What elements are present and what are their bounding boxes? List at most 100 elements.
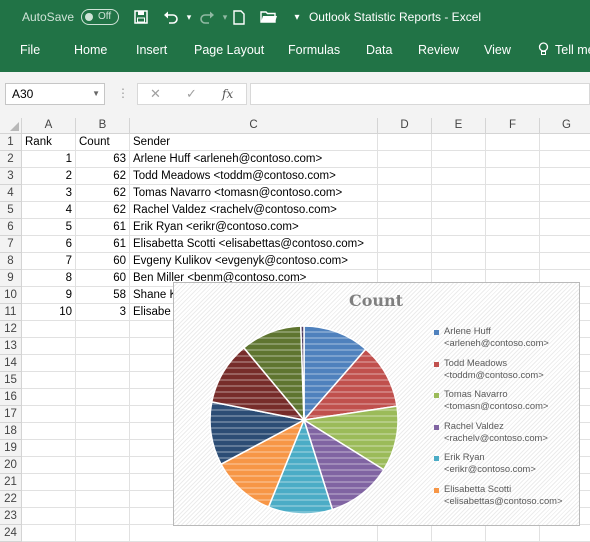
grid-cell[interactable]: Sender: [130, 134, 378, 151]
open-folder-icon[interactable]: [258, 6, 280, 28]
grid-cell[interactable]: 9: [22, 287, 76, 304]
grid-cell[interactable]: 60: [76, 270, 130, 287]
legend-entry[interactable]: Todd Meadows <toddm@contoso.com>: [434, 357, 572, 389]
grid-cell[interactable]: [540, 168, 590, 185]
row-header[interactable]: 14: [0, 355, 22, 372]
grid-cell[interactable]: [378, 253, 432, 270]
row-header[interactable]: 20: [0, 457, 22, 474]
grid-cell[interactable]: [22, 321, 76, 338]
select-all-button[interactable]: [0, 118, 22, 134]
cancel-icon[interactable]: ✕: [150, 86, 161, 102]
grid-cell[interactable]: [22, 423, 76, 440]
grid-cell[interactable]: [22, 491, 76, 508]
grid-cell[interactable]: [76, 440, 130, 457]
tab-insert[interactable]: Insert: [136, 43, 167, 57]
grid-cell[interactable]: [22, 474, 76, 491]
column-header[interactable]: C: [130, 118, 378, 134]
save-icon[interactable]: [130, 6, 152, 28]
new-file-icon[interactable]: [228, 6, 250, 28]
grid-cell[interactable]: [378, 219, 432, 236]
tab-data[interactable]: Data: [366, 43, 392, 57]
row-header[interactable]: 11: [0, 304, 22, 321]
grid-cell[interactable]: [486, 151, 540, 168]
grid-cell[interactable]: [432, 202, 486, 219]
tab-file[interactable]: File: [20, 43, 40, 57]
grid-cell[interactable]: [432, 253, 486, 270]
grid-cell[interactable]: [76, 406, 130, 423]
grid-cell[interactable]: [76, 423, 130, 440]
grid-cell[interactable]: [22, 508, 76, 525]
tab-view[interactable]: View: [484, 43, 511, 57]
grid-cell[interactable]: [486, 202, 540, 219]
legend-entry[interactable]: Elisabetta Scotti <elisabettas@contoso.c…: [434, 483, 572, 515]
grid-cell[interactable]: 61: [76, 219, 130, 236]
formula-bar-grip-icon[interactable]: ⋮: [117, 86, 129, 100]
row-header[interactable]: 22: [0, 491, 22, 508]
grid-cell[interactable]: [378, 134, 432, 151]
column-header[interactable]: A: [22, 118, 76, 134]
grid-cell[interactable]: [76, 525, 130, 542]
row-header[interactable]: 3: [0, 168, 22, 185]
grid-cell[interactable]: [540, 134, 590, 151]
tell-me-search[interactable]: Tell me: [555, 43, 590, 57]
row-header[interactable]: 23: [0, 508, 22, 525]
grid-cell[interactable]: 6: [22, 236, 76, 253]
grid-cell[interactable]: 62: [76, 168, 130, 185]
grid-cell[interactable]: [486, 253, 540, 270]
grid-cell[interactable]: [540, 236, 590, 253]
row-header[interactable]: 12: [0, 321, 22, 338]
grid-cell[interactable]: 62: [76, 202, 130, 219]
legend-entry[interactable]: Rachel Valdez <rachelv@contoso.com>: [434, 420, 572, 452]
grid-cell[interactable]: [432, 151, 486, 168]
row-header[interactable]: 9: [0, 270, 22, 287]
row-header[interactable]: 7: [0, 236, 22, 253]
grid-cell[interactable]: [22, 355, 76, 372]
grid-cell[interactable]: [76, 474, 130, 491]
column-header[interactable]: G: [540, 118, 590, 134]
grid-cell[interactable]: [540, 202, 590, 219]
grid-cell[interactable]: [76, 508, 130, 525]
insert-function-icon[interactable]: fx: [222, 87, 233, 101]
row-header[interactable]: 13: [0, 338, 22, 355]
grid-cell[interactable]: [432, 185, 486, 202]
grid-cell[interactable]: Rank: [22, 134, 76, 151]
grid-cell[interactable]: [76, 372, 130, 389]
legend-entry[interactable]: Arlene Huff <arleneh@contoso.com>: [434, 325, 572, 357]
grid-cell[interactable]: [378, 236, 432, 253]
grid-cell[interactable]: 5: [22, 219, 76, 236]
grid-cell[interactable]: 8: [22, 270, 76, 287]
grid-cell[interactable]: Count: [76, 134, 130, 151]
row-header[interactable]: 18: [0, 423, 22, 440]
grid-cell[interactable]: [76, 321, 130, 338]
grid-cell[interactable]: [432, 134, 486, 151]
grid-cell[interactable]: [22, 525, 76, 542]
grid-cell[interactable]: [22, 457, 76, 474]
grid-cell[interactable]: 63: [76, 151, 130, 168]
grid-cell[interactable]: [432, 236, 486, 253]
grid-cell[interactable]: Tomas Navarro <tomasn@contoso.com>: [130, 185, 378, 202]
grid-cell[interactable]: 58: [76, 287, 130, 304]
grid-cell[interactable]: [486, 185, 540, 202]
grid-cell[interactable]: [486, 168, 540, 185]
customize-dropdown-icon[interactable]: ▾: [286, 6, 308, 28]
grid-cell[interactable]: Evgeny Kulikov <evgenyk@contoso.com>: [130, 253, 378, 270]
tab-home[interactable]: Home: [74, 43, 107, 57]
grid-cell[interactable]: 1: [22, 151, 76, 168]
row-header[interactable]: 10: [0, 287, 22, 304]
grid-cell[interactable]: 4: [22, 202, 76, 219]
row-header[interactable]: 19: [0, 440, 22, 457]
row-header[interactable]: 2: [0, 151, 22, 168]
legend-entry[interactable]: Tomas Navarro <tomasn@contoso.com>: [434, 388, 572, 420]
grid-cell[interactable]: [486, 134, 540, 151]
grid-cell[interactable]: [22, 338, 76, 355]
grid-cell[interactable]: [76, 491, 130, 508]
row-header[interactable]: 5: [0, 202, 22, 219]
grid-cell[interactable]: [432, 219, 486, 236]
row-header[interactable]: 24: [0, 525, 22, 542]
legend-entry[interactable]: Erik Ryan <erikr@contoso.com>: [434, 451, 572, 483]
name-box[interactable]: A30 ▼: [5, 83, 105, 105]
grid-cell[interactable]: [540, 253, 590, 270]
row-header[interactable]: 6: [0, 219, 22, 236]
grid-cell[interactable]: 3: [76, 304, 130, 321]
grid-cell[interactable]: 3: [22, 185, 76, 202]
